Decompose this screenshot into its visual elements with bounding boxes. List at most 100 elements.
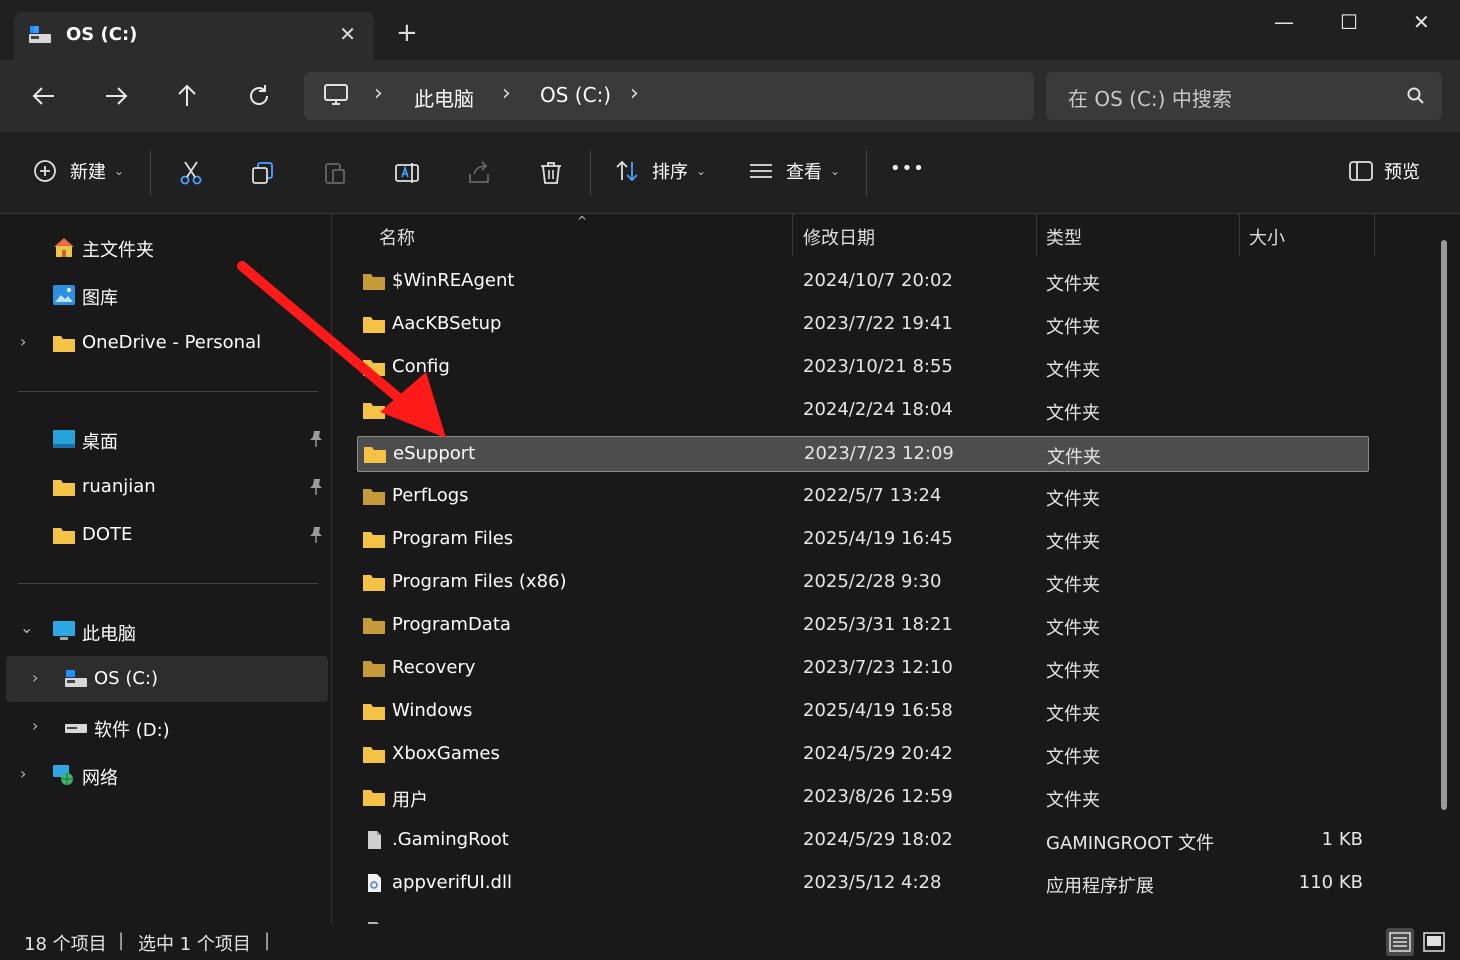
- sidebar-item-ruanjian[interactable]: ruanjian: [6, 464, 328, 510]
- column-divider[interactable]: [1036, 214, 1037, 256]
- sidebar-item-network[interactable]: › 网络: [6, 752, 328, 798]
- refresh-icon[interactable]: [245, 82, 273, 110]
- search-icon[interactable]: [1406, 86, 1426, 106]
- file-name: ProgramData: [392, 614, 511, 635]
- column-divider[interactable]: [1374, 214, 1375, 256]
- sidebar-item-home[interactable]: 主文件夹: [6, 224, 328, 270]
- file-size: 110 KB: [1298, 872, 1363, 893]
- chevron-right-icon[interactable]: ›: [502, 81, 511, 106]
- pin-icon[interactable]: [308, 430, 324, 448]
- table-row[interactable]: $WinREAgent 2024/10/7 20:02 文件夹: [357, 264, 1369, 300]
- tab-os-c[interactable]: OS (C:) ✕: [14, 12, 374, 60]
- sidebar-item-d-drive[interactable]: › 软件 (D:): [6, 704, 328, 750]
- sidebar-divider: [18, 391, 318, 392]
- file-name: Config: [392, 356, 450, 377]
- copy-icon[interactable]: [250, 160, 276, 186]
- cut-icon[interactable]: [178, 160, 204, 186]
- table-row[interactable]: Program Files (x86) 2025/2/28 9:30 文件夹: [357, 565, 1369, 601]
- sidebar-item-onedrive[interactable]: › OneDrive - Personal: [6, 320, 328, 366]
- pin-icon[interactable]: [308, 478, 324, 496]
- table-row[interactable]: Windows 2025/4/19 16:58 文件夹: [357, 694, 1369, 730]
- file-date: 2023/10/21 8:55: [803, 356, 953, 377]
- column-header-type[interactable]: 类型: [1046, 214, 1082, 256]
- address-bar[interactable]: › 此电脑 › OS (C:) ›: [304, 72, 1034, 120]
- navigation-pane: 主文件夹 图库 › OneDrive - Personal 桌面 ruanjia…: [0, 214, 332, 924]
- folder-icon: [364, 447, 386, 463]
- details-view-icon[interactable]: [1386, 928, 1414, 956]
- chevron-right-icon[interactable]: ›: [20, 332, 26, 351]
- back-arrow-icon[interactable]: [30, 82, 58, 110]
- chevron-right-icon[interactable]: ›: [20, 764, 26, 783]
- tiles-view-icon[interactable]: [1420, 928, 1448, 956]
- close-window-button[interactable]: ✕: [1413, 10, 1430, 34]
- sidebar-item-this-pc[interactable]: ⌄ 此电脑: [6, 608, 328, 654]
- pc-icon: [53, 621, 75, 640]
- gallery-icon: [53, 285, 75, 305]
- chevron-right-icon[interactable]: ›: [32, 668, 38, 687]
- table-row[interactable]: ESD 2024/2/24 18:04 文件夹: [357, 393, 1369, 429]
- pin-icon[interactable]: [308, 526, 324, 544]
- folder-icon: [53, 480, 75, 496]
- chevron-right-icon[interactable]: ›: [32, 716, 38, 735]
- column-header-date[interactable]: 修改日期: [803, 214, 875, 256]
- column-divider[interactable]: [1239, 214, 1240, 256]
- preview-button[interactable]: 预览: [1348, 158, 1420, 184]
- rename-icon[interactable]: [394, 160, 420, 186]
- sidebar-item-label: 软件 (D:): [94, 720, 170, 741]
- share-icon: [469, 161, 489, 183]
- file-date: 2023/7/23 12:09: [804, 443, 954, 464]
- table-row[interactable]: Config 2023/10/21 8:55 文件夹: [357, 350, 1369, 386]
- chevron-right-icon[interactable]: ›: [630, 81, 639, 106]
- table-row[interactable]: Recovery 2023/7/23 12:10 文件夹: [357, 651, 1369, 687]
- paste-icon: [325, 163, 345, 184]
- column-header-name[interactable]: 名称: [379, 214, 415, 256]
- file-name: eSupport: [393, 443, 476, 464]
- up-arrow-icon[interactable]: [173, 82, 201, 110]
- sidebar-item-dote[interactable]: DOTE: [6, 512, 328, 558]
- close-tab-icon[interactable]: ✕: [339, 22, 356, 46]
- sidebar-item-os-c[interactable]: › OS (C:): [6, 656, 328, 702]
- new-button[interactable]: 新建 ⌄: [32, 158, 124, 184]
- folder-icon: [363, 575, 385, 591]
- breadcrumb-os-c[interactable]: OS (C:): [540, 83, 611, 107]
- folder-icon: [363, 532, 385, 548]
- table-row[interactable]: eSupport 2023/7/23 12:09 文件夹: [357, 436, 1369, 472]
- file-type: 文件夹: [1046, 317, 1100, 338]
- view-button[interactable]: 查看 ⌄: [748, 158, 840, 184]
- minimize-button[interactable]: —: [1274, 10, 1294, 34]
- sidebar-item-gallery[interactable]: 图库: [6, 272, 328, 318]
- delete-icon[interactable]: [538, 160, 564, 186]
- scrollbar-thumb[interactable]: [1441, 240, 1447, 810]
- table-row[interactable]: Program Files 2025/4/19 16:45 文件夹: [357, 522, 1369, 558]
- new-label: 新建: [70, 162, 106, 183]
- forward-arrow-icon[interactable]: [102, 82, 130, 110]
- file-type: 文件夹: [1046, 403, 1100, 424]
- sidebar-item-desktop[interactable]: 桌面: [6, 416, 328, 462]
- search-input[interactable]: 在 OS (C:) 中搜索: [1068, 83, 1232, 112]
- table-row[interactable]: XboxGames 2024/5/29 20:42 文件夹: [357, 737, 1369, 773]
- table-row[interactable]: appverifUI.dll 2023/5/12 4:28 应用程序扩展 110 KB: [357, 866, 1369, 902]
- new-tab-button[interactable]: +: [396, 20, 418, 46]
- table-row[interactable]: .GamingRoot 2024/5/29 18:02 GAMINGROOT 文件 1…: [357, 823, 1369, 859]
- file-type: 文件夹: [1046, 532, 1100, 553]
- sidebar-item-label: 图库: [82, 288, 118, 309]
- file-name: Recovery: [392, 657, 476, 678]
- chevron-down-icon[interactable]: ⌄: [20, 618, 33, 637]
- sort-button[interactable]: 排序 ⌄: [614, 158, 706, 184]
- breadcrumb-this-pc[interactable]: 此电脑: [414, 83, 474, 112]
- chevron-right-icon[interactable]: ›: [374, 81, 383, 106]
- column-divider[interactable]: [792, 214, 793, 256]
- folder-icon: [53, 336, 75, 352]
- table-row[interactable]: 用户 2023/8/26 12:59 文件夹: [357, 780, 1369, 816]
- table-row[interactable]: AacKBSetup 2023/7/22 19:41 文件夹: [357, 307, 1369, 343]
- folder-icon: [363, 489, 385, 505]
- table-row[interactable]: ProgramData 2025/3/31 18:21 文件夹: [357, 608, 1369, 644]
- column-header-size[interactable]: 大小: [1249, 214, 1285, 256]
- more-options-icon[interactable]: •••: [890, 158, 925, 179]
- maximize-button[interactable]: ☐: [1340, 10, 1358, 34]
- table-row[interactable]: PerfLogs 2022/5/7 13:24 文件夹: [357, 479, 1369, 515]
- vertical-scrollbar[interactable]: [1438, 238, 1450, 812]
- table-row[interactable]: [357, 914, 1369, 924]
- file-type: 文件夹: [1046, 618, 1100, 639]
- search-box[interactable]: 在 OS (C:) 中搜索: [1046, 72, 1442, 120]
